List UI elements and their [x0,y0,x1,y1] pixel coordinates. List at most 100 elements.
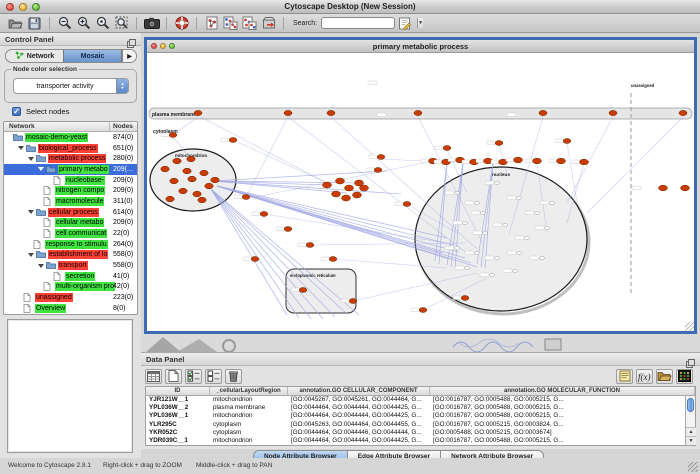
annotation-button[interactable] [396,15,413,31]
graph-node[interactable] [580,159,589,165]
table-cell[interactable]: cytoplasm [210,421,288,429]
table-cell[interactable]: [GO:0044464, GO:0044444, GO:0044425, G..… [288,412,430,420]
float-panel-icon[interactable] [127,35,136,44]
graph-node[interactable] [183,168,191,174]
graph-node[interactable] [503,223,508,226]
scroll-up-button[interactable]: ▲ [686,427,696,436]
new-attr-button[interactable] [165,369,182,384]
table-cell[interactable]: YKR052C [146,429,210,437]
graph-node[interactable] [205,183,213,189]
formula-button[interactable]: f(x) [636,369,653,384]
graph-node[interactable] [229,138,237,143]
graph-node[interactable] [495,141,503,146]
table-cell[interactable]: [GO:0044464, GO:0044444, GO:0044425, G..… [288,404,430,412]
unselect-attrs-button[interactable] [205,369,222,384]
graph-node[interactable] [540,256,545,259]
tree-row[interactable]: macromolecule311(0) [4,196,137,207]
table-row[interactable]: YJR121W__1mitochondrion[GO:0045267, GO:0… [146,396,695,404]
network-new-button[interactable] [203,15,220,31]
open-attrs-button[interactable] [656,369,673,384]
graph-node[interactable] [475,201,480,204]
select-nodes-checkbox[interactable]: ✓ [12,107,21,116]
tab-mosaic[interactable]: Mosaic [63,50,122,62]
tree-row[interactable]: multi-organism pro42(0) [4,282,137,293]
graph-node[interactable] [360,185,369,191]
graph-node[interactable] [679,110,687,115]
graph-node[interactable] [525,236,530,239]
zoom-selected-button[interactable] [94,15,111,31]
table-cell[interactable]: YJR121W__1 [146,396,210,404]
attr-table-button[interactable] [145,369,162,384]
graph-node[interactable] [342,195,351,201]
node-color-dropdown[interactable]: transporter activity ▲▼ [13,78,129,94]
delete-attr-button[interactable] [225,369,242,384]
graph-node[interactable] [166,196,174,202]
tree-row[interactable]: response to stimulu264(0) [4,239,137,250]
graph-node[interactable] [377,155,385,160]
graph-node[interactable] [173,158,181,164]
graph-node[interactable] [483,231,488,234]
table-row[interactable]: YKR052Ccytoplasm[GO:0044464, GO:0044446,… [146,429,695,437]
view-resize-grip[interactable] [685,322,694,331]
graph-node[interactable] [170,178,178,184]
column-header[interactable]: _cellularLayoutRegion [210,387,288,395]
graph-node[interactable] [329,257,337,262]
tree-row[interactable]: cellular metabo209(0) [4,218,137,229]
tree-row[interactable]: nitrogen compo209(0) [4,185,137,196]
graph-node[interactable] [563,139,571,144]
graph-node[interactable] [260,212,268,217]
graph-node[interactable] [211,177,219,183]
graph-node[interactable] [659,185,668,191]
graph-node[interactable] [299,288,307,293]
table-cell[interactable]: [GO:0044464, GO:0044446, GO:0044444, G..… [288,429,430,437]
table-row[interactable]: YPL036W__2plasma membrane[GO:0044464, GO… [146,404,695,412]
table-cell[interactable]: YPL036W__2 [146,404,210,412]
save-button[interactable] [26,15,43,31]
zoom-out-button[interactable] [56,15,73,31]
tree-row[interactable]: metabolic process280(0) [4,153,137,164]
graph-node[interactable] [461,296,469,301]
graph-node[interactable] [345,185,354,191]
table-scrollbar[interactable]: ▲ ▼ [685,396,695,445]
table-row[interactable]: YPL036W__1mitochondrion[GO:0044464, GO:0… [146,412,695,420]
column-header[interactable]: ID [146,387,210,395]
table-cell[interactable]: [GO:0016787, GO:0005488, GO:0005215, G..… [430,412,695,420]
table-cell[interactable]: [GO:0044464, GO:0044444, GO:0044425, G..… [288,437,430,445]
graph-node[interactable] [349,299,357,304]
graph-node[interactable] [194,110,202,115]
graph-node[interactable] [490,273,495,276]
open-button[interactable] [7,15,24,31]
graph-node[interactable] [443,146,451,151]
graph-node[interactable] [200,170,208,176]
tree-row[interactable]: biological_process651(0) [4,143,137,154]
graph-node[interactable] [533,158,542,164]
scroll-down-button[interactable]: ▼ [686,436,696,445]
tree-row[interactable]: Overview8(0) [4,303,137,314]
table-cell[interactable]: YDR039C__1 [146,437,210,445]
tree-row[interactable]: transport558(0) [4,260,137,271]
search-dropdown-arrow-icon[interactable]: ▼ [417,18,423,28]
graph-node[interactable] [465,266,470,269]
table-cell[interactable]: mitochondrion [210,437,288,445]
table-cell[interactable]: cytoplasm [210,429,288,437]
tree-row[interactable]: establishment of lo558(0) [4,250,137,261]
graph-node[interactable] [187,156,195,162]
graph-node[interactable] [188,176,196,182]
table-cell[interactable]: [GO:0005488, GO:0005215, GO:0003674] [430,429,695,437]
tree-row[interactable]: cell communicat22(0) [4,228,137,239]
expander-icon[interactable] [18,146,24,150]
table-cell[interactable]: [GO:0016787, GO:0005215, GO:0003824, G..… [430,421,695,429]
expander-icon[interactable] [38,264,44,268]
tree-row[interactable]: mosaic-demo-yeast874(0) [4,132,137,143]
graph-node[interactable] [419,308,427,313]
help-button[interactable] [173,15,190,31]
graph-node[interactable] [336,178,345,184]
graph-node[interactable] [455,246,460,249]
app-resize-grip[interactable] [688,462,698,472]
table-cell[interactable]: [GO:0016787, GO:0005488, GO:0005215, G..… [430,396,695,404]
graph-node[interactable] [463,221,468,224]
graph-node[interactable] [539,110,547,115]
table-cell[interactable]: [GO:0045267, GO:0045261, GO:0044464, G..… [288,396,430,404]
graph-node[interactable] [284,110,292,115]
graph-node[interactable] [514,157,523,163]
